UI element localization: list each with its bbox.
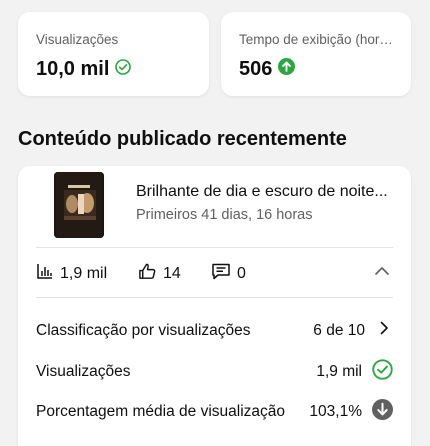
chevron-up-icon (373, 267, 391, 284)
comments-metric-value: 0 (237, 265, 246, 282)
likes-metric-value: 14 (163, 265, 181, 282)
watch-time-stat-value: 506 (239, 58, 273, 80)
avg-view-percentage-row[interactable]: Porcentagem média de visualização 103,1% (36, 399, 393, 425)
ranking-label: Classificação por visualizações (36, 321, 251, 339)
ranking-value: 6 de 10 (313, 321, 365, 339)
video-title[interactable]: Brilhante de dia e escuro de noite... (136, 183, 398, 201)
section-title: Conteúdo publicado recentemente (18, 128, 347, 150)
recent-content-card[interactable]: Brilhante de dia e escuro de noite... Pr… (18, 166, 411, 446)
watch-time-stat-value-wrap: 506 (239, 58, 296, 81)
views-metric-value: 1,9 mil (60, 264, 108, 282)
views-stat-card[interactable]: Visualizações 10,0 mil (18, 12, 209, 96)
arrow-down-circle-icon (372, 399, 393, 425)
comments-metric: 0 (211, 262, 246, 286)
arrow-up-circle-icon (278, 58, 296, 81)
collapse-button[interactable] (373, 262, 391, 285)
views-row[interactable]: Visualizações 1,9 mil (36, 359, 393, 385)
ranking-row[interactable]: Classificação por visualizações 6 de 10 (36, 319, 393, 342)
check-circle-icon (372, 359, 393, 385)
views-stat-label: Visualizações (36, 32, 119, 47)
divider (36, 247, 393, 248)
divider (36, 297, 393, 298)
video-thumbnail[interactable] (54, 172, 104, 238)
thumbs-up-icon (138, 262, 157, 286)
views-metric: 1,9 mil (36, 262, 107, 285)
watch-time-stat-card[interactable]: Tempo de exibição (horas) 506 (221, 12, 411, 96)
comment-icon (211, 262, 231, 286)
likes-metric: 14 (138, 262, 181, 286)
views-stat-value: 10,0 mil (36, 58, 110, 80)
bar-chart-icon (36, 262, 54, 285)
check-circle-icon (115, 58, 132, 81)
views-stat-value-wrap: 10,0 mil (36, 58, 132, 81)
watch-time-stat-label: Tempo de exibição (horas) (239, 32, 397, 47)
video-subtitle: Primeiros 41 dias, 16 horas (136, 207, 313, 223)
avg-view-percentage-label: Porcentagem média de visualização (36, 403, 285, 420)
avg-view-percentage-value: 103,1% (309, 403, 362, 420)
views-row-value: 1,9 mil (316, 363, 362, 380)
chevron-right-icon (375, 319, 393, 342)
views-row-label: Visualizações (36, 363, 131, 380)
